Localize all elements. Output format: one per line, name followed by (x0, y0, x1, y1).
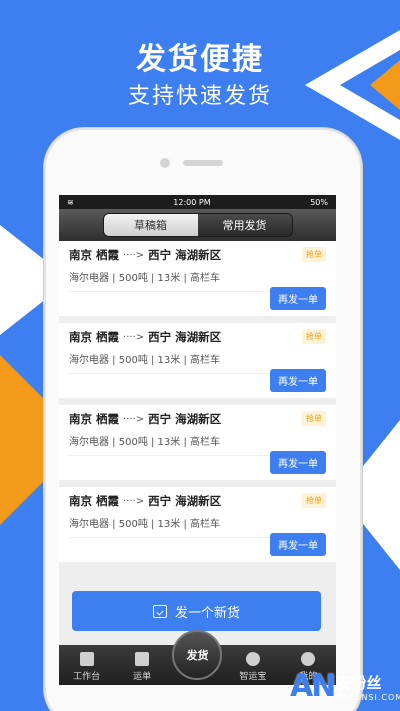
top-bar: 草稿箱 常用发货 (59, 209, 336, 241)
order-card[interactable]: 南京 栖霞 ····> 西宁 海湖新区 海尔电器 | 500吨 | 13米 | … (59, 487, 336, 562)
watermark-logo: AN (290, 669, 336, 704)
promo-subline: 支持快速发货 (127, 84, 272, 109)
order-destination: 西宁 海湖新区 (148, 494, 222, 508)
new-shipment-button[interactable]: 发一个新货 (72, 591, 321, 631)
resend-button[interactable]: 再发一单 (270, 369, 326, 392)
order-card[interactable]: 南京 栖霞 ····> 西宁 海湖新区 海尔电器 | 500吨 | 13米 | … (59, 241, 336, 316)
status-time: 12:00 PM (173, 197, 211, 207)
order-card[interactable]: 南京 栖霞 ····> 西宁 海湖新区 海尔电器 | 500吨 | 13米 | … (59, 405, 336, 480)
order-list: 南京 栖霞 ····> 西宁 海湖新区 海尔电器 | 500吨 | 13米 | … (59, 241, 336, 562)
order-destination: 西宁 海湖新区 (148, 330, 222, 344)
order-route: 南京 栖霞 ····> 西宁 海湖新区 (69, 493, 326, 509)
tab-smart[interactable]: 智运宝 (228, 652, 278, 682)
phone-camera (160, 158, 170, 168)
wifi-icon: ≋ (67, 197, 74, 207)
promo-headline: 发货便捷 (136, 42, 264, 77)
order-origin: 南京 栖霞 (69, 248, 120, 262)
order-card[interactable]: 南京 栖霞 ····> 西宁 海湖新区 海尔电器 | 500吨 | 13米 | … (59, 323, 336, 398)
ship-center-button[interactable]: 发货 (172, 630, 223, 680)
tab-frequent-shipments[interactable]: 常用发货 (197, 214, 292, 236)
watermark-en: ANFENSI.COM (336, 692, 400, 702)
resend-button[interactable]: 再发一单 (270, 533, 326, 556)
grab-order-badge: 抢单 (302, 493, 326, 508)
grab-order-badge: 抢单 (302, 411, 326, 426)
grab-order-badge: 抢单 (302, 247, 326, 262)
status-bar: ≋ 12:00 PM 50% (59, 195, 336, 209)
disc-icon (245, 652, 260, 666)
tab-workbench-label: 工作台 (73, 672, 101, 682)
tab-waybill[interactable]: 运单 (117, 652, 167, 682)
order-origin: 南京 栖霞 (69, 330, 120, 344)
watermark-text: 安粉丝 ANFENSI.COM (336, 672, 400, 702)
grab-order-badge: 抢单 (302, 329, 326, 344)
order-origin: 南京 栖霞 (69, 494, 120, 508)
order-origin: 南京 栖霞 (69, 412, 120, 426)
battery-level: 50% (310, 197, 328, 207)
order-route: 南京 栖霞 ····> 西宁 海湖新区 (69, 329, 326, 345)
order-destination: 西宁 海湖新区 (148, 248, 222, 262)
site-watermark: AN 安粉丝 ANFENSI.COM (290, 662, 400, 711)
phone-speaker (183, 160, 223, 166)
tab-drafts[interactable]: 草稿箱 (103, 214, 198, 236)
order-destination: 西宁 海湖新区 (148, 412, 222, 426)
order-route: 南京 栖霞 ····> 西宁 海湖新区 (69, 411, 326, 427)
tab-smart-label: 智运宝 (239, 672, 267, 682)
checkbox-icon (152, 604, 167, 618)
tab-waybill-label: 运单 (133, 672, 152, 682)
resend-button[interactable]: 再发一单 (270, 451, 326, 474)
tab-workbench[interactable]: 工作台 (62, 652, 112, 682)
segmented-control: 草稿箱 常用发货 (102, 213, 293, 237)
tab-ship[interactable]: 发货 (172, 630, 223, 682)
route-arrow-icon: ····> (123, 249, 145, 261)
resend-button[interactable]: 再发一单 (270, 287, 326, 310)
document-icon (135, 652, 150, 666)
order-route: 南京 栖霞 ····> 西宁 海湖新区 (69, 247, 326, 263)
watermark-cn: 安粉丝 (336, 673, 382, 692)
route-arrow-icon: ····> (123, 495, 145, 507)
route-arrow-icon: ····> (123, 331, 145, 343)
new-shipment-label: 发一个新货 (174, 605, 240, 621)
app-screen: ≋ 12:00 PM 50% 草稿箱 常用发货 南京 栖霞 ····> 西宁 海… (59, 195, 336, 685)
grid-icon (79, 652, 94, 666)
route-arrow-icon: ····> (123, 413, 145, 425)
